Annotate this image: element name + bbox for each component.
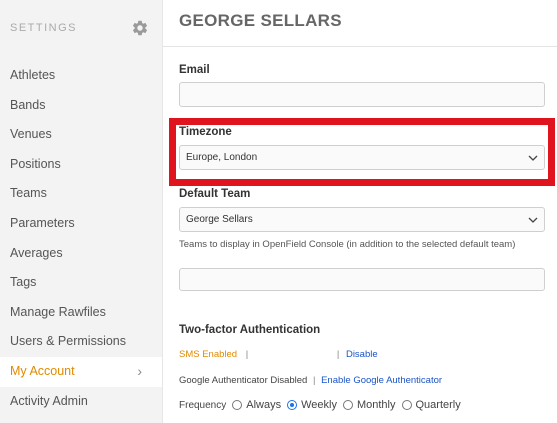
page-title: GEORGE SELLARS xyxy=(179,11,342,30)
sidebar-item-label: Bands xyxy=(10,97,46,112)
sidebar-item-label: Parameters xyxy=(10,215,75,230)
sidebar-item-label: Teams xyxy=(10,186,47,201)
separator: | xyxy=(312,375,316,386)
sidebar-nav: Athletes Bands Venues Positions Teams Pa… xyxy=(0,61,162,416)
frequency-weekly-radio[interactable]: Weekly xyxy=(287,399,337,411)
default-team-select[interactable]: George Sellars xyxy=(179,207,545,232)
sms-row: SMS Enabled | | Disable xyxy=(179,349,378,360)
separator: | xyxy=(336,349,340,360)
enable-google-authenticator-link[interactable]: Enable Google Authenticator xyxy=(321,375,442,386)
google-row: Google Authenticator Disabled | Enable G… xyxy=(179,375,442,386)
radio-label: Quarterly xyxy=(415,399,461,411)
sidebar-item-my-account[interactable]: My Account › xyxy=(0,356,162,387)
sidebar-item-label: Activity Admin xyxy=(10,393,88,408)
radio-label: Always xyxy=(246,399,282,411)
sidebar-item-label: Positions xyxy=(10,156,61,171)
radio-icon xyxy=(401,400,412,410)
chevron-right-icon: › xyxy=(137,362,142,379)
sidebar-item-label: Averages xyxy=(10,245,63,260)
sidebar-item-teams[interactable]: Teams xyxy=(0,179,162,209)
sidebar-item-label: Users & Permissions xyxy=(10,334,126,349)
sidebar-item-activity-admin[interactable]: Activity Admin xyxy=(0,387,162,417)
sidebar-item-bands[interactable]: Bands xyxy=(0,91,162,121)
disable-sms-link[interactable]: Disable xyxy=(346,349,378,360)
sidebar-item-label: Tags xyxy=(10,275,37,290)
email-field[interactable] xyxy=(179,82,545,107)
sidebar-item-users-permissions[interactable]: Users & Permissions xyxy=(0,327,162,357)
radio-icon xyxy=(232,400,243,410)
sidebar-item-label: Athletes xyxy=(10,68,56,82)
timezone-value: Europe, London xyxy=(186,152,258,163)
gear-icon[interactable] xyxy=(131,19,149,37)
frequency-label: Frequency xyxy=(179,399,227,411)
frequency-quarterly-radio[interactable]: Quarterly xyxy=(401,399,461,411)
sidebar-item-label: Venues xyxy=(10,127,52,142)
radio-label: Weekly xyxy=(301,399,337,411)
sidebar-item-label: My Account xyxy=(10,363,75,378)
sms-status: SMS Enabled xyxy=(179,349,238,360)
radio-label: Monthly xyxy=(356,399,396,411)
sidebar-header: SETTINGS xyxy=(0,0,162,57)
sidebar-item-manage-rawfiles[interactable]: Manage Rawfiles xyxy=(0,298,162,328)
sidebar-item-averages[interactable]: Averages xyxy=(0,239,162,269)
timezone-select[interactable]: Europe, London xyxy=(179,145,545,170)
sidebar-item-positions[interactable]: Positions xyxy=(0,150,162,180)
google-status: Google Authenticator Disabled xyxy=(179,375,308,386)
sidebar-title: SETTINGS xyxy=(10,22,78,34)
sidebar-item-parameters[interactable]: Parameters xyxy=(0,209,162,239)
default-team-label: Default Team xyxy=(179,188,251,200)
sidebar-item-tags[interactable]: Tags xyxy=(0,268,162,298)
chevron-down-icon xyxy=(528,155,538,161)
divider xyxy=(163,46,557,47)
chevron-down-icon xyxy=(528,217,538,223)
frequency-always-radio[interactable]: Always xyxy=(232,399,281,411)
radio-checked-icon xyxy=(287,400,298,410)
teams-hint: Teams to display in OpenField Console (i… xyxy=(179,239,516,250)
settings-sidebar: SETTINGS Athletes Bands Venues Positions… xyxy=(0,0,162,423)
separator: | xyxy=(245,349,249,360)
sidebar-item-label: Manage Rawfiles xyxy=(10,304,106,319)
email-label: Email xyxy=(179,64,210,76)
sidebar-item-venues[interactable]: Venues xyxy=(0,120,162,150)
sidebar-item-athletes[interactable]: Athletes xyxy=(0,61,162,91)
two-factor-heading: Two-factor Authentication xyxy=(179,324,321,336)
default-team-value: George Sellars xyxy=(186,214,253,225)
timezone-label: Timezone xyxy=(179,126,232,138)
teams-field[interactable] xyxy=(179,268,545,291)
account-panel: GEORGE SELLARS Email Timezone Europe, Lo… xyxy=(162,0,557,423)
radio-icon xyxy=(342,400,353,410)
frequency-monthly-radio[interactable]: Monthly xyxy=(342,399,396,411)
frequency-row: Frequency Always Weekly Monthly Quarterl… xyxy=(179,399,461,411)
